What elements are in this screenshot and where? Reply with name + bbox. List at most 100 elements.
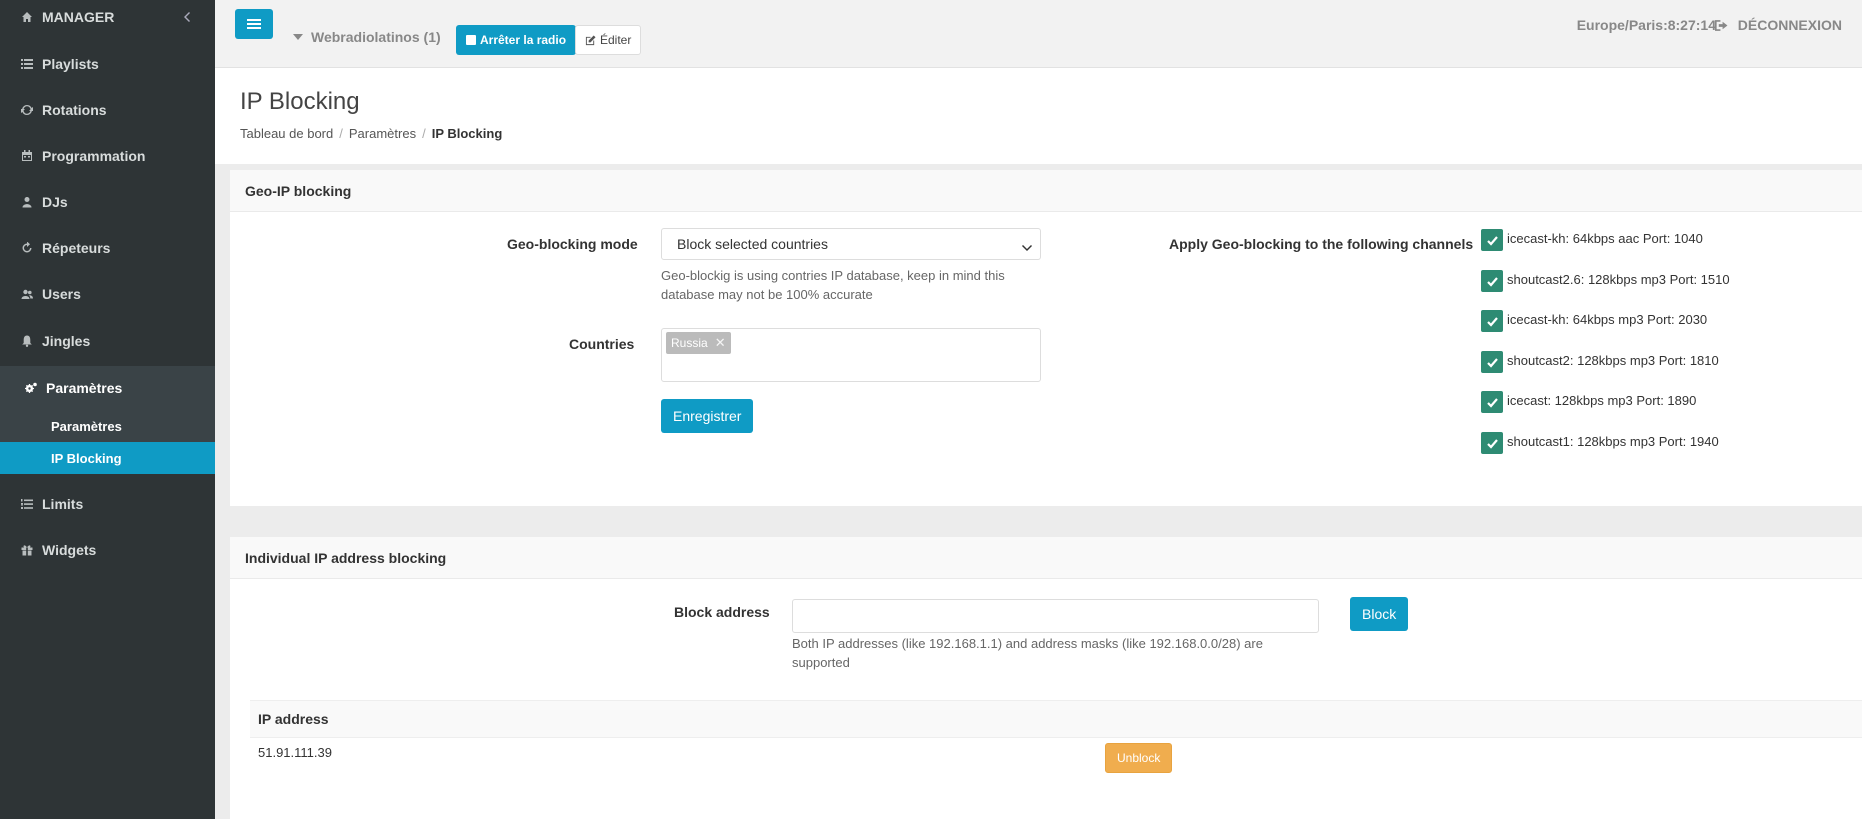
sidebar-item-label: Rotations	[42, 102, 107, 118]
gears-icon	[24, 381, 38, 395]
geo-mode-label: Geo-blocking mode	[507, 236, 638, 252]
geo-mode-help: Geo-blockig is using contries IP databas…	[661, 268, 1005, 302]
sidebar: MANAGER Playlists Rotations Programmatio…	[0, 0, 215, 819]
check-icon	[1486, 316, 1498, 327]
radio-name: Webradiolatinos (1)	[311, 29, 441, 45]
sidebar-item-repeteurs[interactable]: Répeteurs	[0, 228, 215, 268]
bell-icon	[20, 334, 34, 348]
check-icon	[1486, 276, 1498, 287]
edit-icon	[585, 34, 596, 45]
channel-checkbox[interactable]	[1481, 270, 1503, 292]
channels-label: Apply Geo-blocking to the following chan…	[1169, 236, 1474, 252]
logout-label: DÉCONNEXION	[1737, 17, 1842, 33]
page-title: IP Blocking	[240, 88, 360, 115]
sidebar-item-label: Users	[42, 286, 81, 302]
stop-icon	[466, 35, 476, 45]
calendar-icon	[20, 149, 34, 163]
gift-icon	[20, 543, 34, 557]
breadcrumb-current: IP Blocking	[431, 126, 503, 141]
refresh-icon	[20, 103, 34, 117]
topbar: Webradiolatinos (1) Arrêter la radio Édi…	[215, 0, 1862, 68]
sidebar-subitem-parametres[interactable]: Paramètres	[0, 410, 215, 442]
channel-checkbox[interactable]	[1481, 229, 1503, 251]
breadcrumb-separator: /	[339, 126, 343, 141]
sidebar-item-label: Paramètres	[46, 380, 123, 396]
channel-checkbox[interactable]	[1481, 432, 1503, 454]
channel-label: shoutcast1: 128kbps mp3 Port: 1940	[1507, 434, 1719, 449]
channel-label: shoutcast2: 128kbps mp3 Port: 1810	[1507, 353, 1719, 368]
unblock-button[interactable]: Unblock	[1105, 743, 1173, 773]
breadcrumb-dashboard[interactable]: Tableau de bord	[240, 126, 333, 141]
channel-label: icecast-kh: 64kbps aac Port: 1040	[1507, 231, 1703, 246]
countries-input[interactable]: Russia ✕	[661, 328, 1041, 382]
users-icon	[20, 287, 34, 301]
channel-checkbox[interactable]	[1481, 310, 1503, 332]
list-icon	[20, 57, 34, 71]
sidebar-item-rotations[interactable]: Rotations	[0, 90, 215, 130]
sidebar-item-label: Programmation	[42, 148, 146, 164]
edit-radio-label: Éditer	[600, 33, 632, 47]
country-tag-label: Russia	[671, 336, 708, 350]
geo-mode-value: Block selected countries	[677, 236, 828, 252]
repeat-icon	[20, 241, 34, 255]
sidebar-item-label: Widgets	[42, 542, 97, 558]
page-header: IP Blocking Tableau de bord / Paramètres…	[215, 68, 1862, 164]
block-button[interactable]: Block	[1350, 597, 1409, 631]
ip-table-cell: 51.91.111.39	[258, 745, 332, 760]
check-icon	[1486, 235, 1498, 246]
home-icon	[20, 10, 34, 24]
remove-tag-icon[interactable]: ✕	[715, 335, 726, 351]
chevron-left-icon[interactable]	[183, 9, 197, 23]
country-tag: Russia ✕	[666, 332, 731, 354]
channel-checkbox[interactable]	[1481, 351, 1503, 373]
edit-radio-button[interactable]: Éditer	[575, 25, 642, 55]
block-address-help: Both IP addresses (like 192.168.1.1) and…	[792, 636, 1263, 670]
check-icon	[1486, 357, 1498, 368]
sidebar-item-limits[interactable]: Limits	[0, 484, 215, 524]
sidebar-manager-label: MANAGER	[42, 9, 115, 25]
sidebar-item-parametres[interactable]: Paramètres	[0, 366, 215, 410]
logout-link[interactable]: DÉCONNEXION	[1714, 17, 1842, 33]
check-icon	[1486, 397, 1498, 408]
server-clock: Europe/Paris:8:27:14	[1576, 17, 1716, 33]
sidebar-subitem-label: IP Blocking	[51, 450, 122, 466]
sidebar-item-djs[interactable]: DJs	[0, 182, 215, 222]
save-button[interactable]: Enregistrer	[661, 399, 754, 433]
sidebar-item-playlists[interactable]: Playlists	[0, 44, 215, 84]
sidebar-item-jingles[interactable]: Jingles	[0, 321, 215, 361]
channel-checkbox[interactable]	[1481, 391, 1503, 413]
ip-table-header: IP address	[250, 700, 1862, 738]
user-icon	[20, 195, 34, 209]
geo-ip-panel-title: Geo-IP blocking	[230, 170, 1862, 212]
list-ol-icon	[20, 497, 34, 511]
sidebar-item-widgets[interactable]: Widgets	[0, 530, 215, 570]
countries-label: Countries	[569, 336, 635, 352]
breadcrumb-separator: /	[422, 126, 426, 141]
stop-radio-button[interactable]: Arrêter la radio	[456, 25, 577, 55]
breadcrumb-parametres[interactable]: Paramètres	[349, 126, 416, 141]
ip-block-panel: Individual IP address blocking Block add…	[230, 537, 1862, 819]
sidebar-subitem-label: Paramètres	[51, 418, 122, 434]
caret-down-icon	[293, 34, 303, 40]
block-address-label: Block address	[674, 604, 770, 620]
sidebar-subitem-ip-blocking[interactable]: IP Blocking	[0, 442, 215, 474]
channel-label: shoutcast2.6: 128kbps mp3 Port: 1510	[1507, 272, 1730, 287]
sidebar-item-users[interactable]: Users	[0, 274, 215, 314]
sidebar-item-programmation[interactable]: Programmation	[0, 136, 215, 176]
stop-radio-label: Arrêter la radio	[480, 33, 567, 47]
geo-ip-panel: Geo-IP blocking Geo-blocking mode Block …	[230, 170, 1862, 506]
sidebar-item-label: DJs	[42, 194, 68, 210]
ip-block-panel-title: Individual IP address blocking	[230, 537, 1862, 579]
sidebar-manager[interactable]: MANAGER	[0, 0, 215, 34]
sidebar-item-label: Jingles	[42, 333, 91, 349]
menu-toggle-button[interactable]	[235, 9, 273, 39]
sidebar-item-label: Playlists	[42, 56, 99, 72]
check-icon	[1486, 438, 1498, 449]
hamburger-icon	[247, 19, 261, 29]
block-address-input[interactable]	[792, 599, 1319, 633]
breadcrumb: Tableau de bord / Paramètres / IP Blocki…	[240, 126, 502, 141]
channel-label: icecast-kh: 64kbps mp3 Port: 2030	[1507, 312, 1708, 327]
sign-out-icon	[1714, 19, 1728, 31]
radio-selector[interactable]: Webradiolatinos (1)	[293, 29, 441, 45]
geo-mode-select[interactable]: Block selected countries	[661, 228, 1041, 260]
